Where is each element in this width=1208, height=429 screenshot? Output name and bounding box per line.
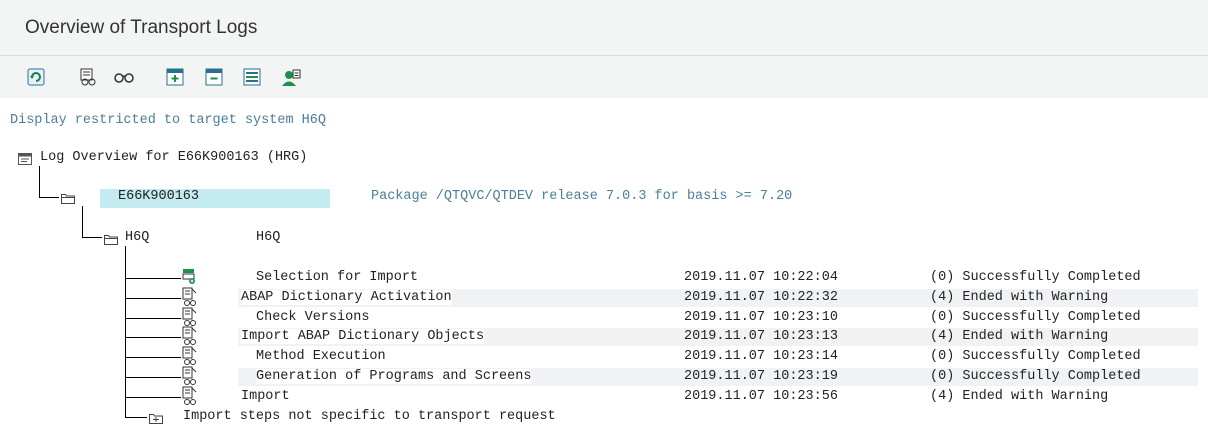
step-log-icon[interactable] <box>182 386 198 411</box>
title-bar: Overview of Transport Logs <box>0 0 1208 56</box>
tree-line <box>125 318 181 319</box>
display-logs-icon[interactable] <box>77 66 99 88</box>
step-name: Import ABAP Dictionary Objects <box>241 329 485 344</box>
tree-line <box>125 397 181 398</box>
tree-line <box>39 197 59 198</box>
step-datetime: 2019.11.07 10:23:10 <box>684 310 838 325</box>
tree-line <box>125 246 126 418</box>
step-status: (0) Successfully Completed <box>930 349 1141 364</box>
expand-icon[interactable] <box>164 66 186 88</box>
system-name: H6Q <box>256 230 281 245</box>
tree-line <box>125 278 181 279</box>
toolbar <box>0 56 1208 98</box>
root-node-icon[interactable] <box>18 152 32 170</box>
folder-closed-icon[interactable] <box>149 411 163 424</box>
step-status: (0) Successfully Completed <box>930 270 1141 285</box>
folder-open-icon[interactable] <box>104 232 118 245</box>
page-title: Overview of Transport Logs <box>25 17 258 38</box>
step-status: (0) Successfully Completed <box>930 369 1141 384</box>
step-datetime: 2019.11.07 10:23:56 <box>684 389 838 404</box>
step-datetime: 2019.11.07 10:23:14 <box>684 349 838 364</box>
other-steps-label[interactable]: Import steps not specific to transport r… <box>183 409 556 424</box>
folder-open-icon[interactable] <box>61 191 75 204</box>
step-datetime: 2019.11.07 10:23:13 <box>684 329 838 344</box>
step-datetime: 2019.11.07 10:22:32 <box>684 290 838 305</box>
step-status: (4) Ended with Warning <box>930 389 1109 404</box>
step-name: Method Execution <box>256 349 386 364</box>
tree-line <box>125 298 181 299</box>
tree-line <box>125 417 147 418</box>
step-status: (4) Ended with Warning <box>930 329 1109 344</box>
tree-line <box>82 237 102 238</box>
request-description: Package /QTQVC/QTDEV release 7.0.3 for b… <box>371 189 793 204</box>
step-name: Check Versions <box>256 310 370 325</box>
tree-line <box>82 206 83 237</box>
glasses-icon[interactable] <box>113 66 135 88</box>
step-name: ABAP Dictionary Activation <box>241 290 452 305</box>
step-name: Selection for Import <box>256 270 419 285</box>
tree-line <box>39 166 40 197</box>
tree-line <box>125 337 181 338</box>
step-datetime: 2019.11.07 10:22:04 <box>684 270 838 285</box>
step-status: (0) Successfully Completed <box>930 310 1141 325</box>
user-settings-icon[interactable] <box>280 66 302 88</box>
request-id[interactable]: E66K900163 <box>118 189 199 204</box>
step-status: (4) Ended with Warning <box>930 290 1109 305</box>
restriction-text: Display restricted to target system H6Q <box>10 113 326 128</box>
step-name: Import <box>241 389 290 404</box>
step-datetime: 2019.11.07 10:23:19 <box>684 369 838 384</box>
expand-subtree-icon[interactable] <box>241 66 263 88</box>
tree-line <box>125 357 181 358</box>
collapse-icon[interactable] <box>203 66 225 88</box>
tree-line <box>125 377 181 378</box>
refresh-icon[interactable] <box>25 66 47 88</box>
step-name: Generation of Programs and Screens <box>256 369 532 384</box>
system-id[interactable]: H6Q <box>125 230 149 245</box>
root-node-label[interactable]: Log Overview for E66K900163 (HRG) <box>40 150 307 165</box>
